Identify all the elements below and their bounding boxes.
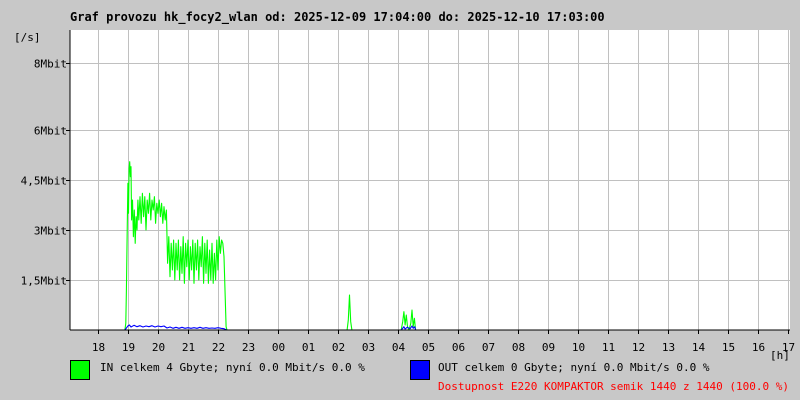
- y-tick-label: 6Mbit: [34, 125, 67, 138]
- x-tick-label: 01: [302, 341, 315, 354]
- x-tick-label: 14: [692, 341, 706, 354]
- x-tick-label: 00: [272, 341, 285, 354]
- x-tick-label: 06: [452, 341, 465, 354]
- x-tick-label: 23: [242, 341, 255, 354]
- x-tick-label: 15: [722, 341, 735, 354]
- x-tick-label: 11: [602, 341, 615, 354]
- out-legend-label: OUT celkem 0 Gbyte; nyní 0.0 Mbit/s 0.0 …: [438, 361, 710, 374]
- x-tick-label: 03: [362, 341, 375, 354]
- in-legend-label: IN celkem 4 Gbyte; nyní 0.0 Mbit/s 0.0 %: [100, 361, 365, 374]
- traffic-chart: 18 19 20 21 22 23 00 01 02 03 04 05 06 07 08 09 10 11 12 13…: [14, 30, 795, 362]
- x-tick-label: 21: [182, 341, 195, 354]
- x-tick-label: 20: [152, 341, 165, 354]
- x-tick-label: 09: [542, 341, 555, 354]
- out-legend-swatch: [410, 360, 430, 380]
- x-axis-label: [h]: [770, 349, 790, 362]
- x-tick-label: 18: [92, 341, 105, 354]
- y-tick-label: 8Mbit: [34, 58, 67, 71]
- in-legend-swatch: [70, 360, 90, 380]
- x-tick-label: 13: [662, 341, 675, 354]
- x-tick-label: 08: [512, 341, 525, 354]
- y-tick-label: 1,5Mbit: [21, 275, 67, 288]
- traffic-graph-window: Graf provozu hk_focy2_wlan od: 2025-12-0…: [0, 0, 800, 400]
- x-tick-label: 19: [122, 341, 135, 354]
- x-tick-label: 10: [572, 341, 585, 354]
- y-tick-label: 3Mbit: [34, 225, 67, 238]
- x-tick-label: 16: [752, 341, 765, 354]
- x-tick-label: 04: [392, 341, 406, 354]
- x-tick-label: 12: [632, 341, 645, 354]
- y-axis-label: [/s]: [14, 31, 41, 44]
- x-tick-label: 22: [212, 341, 225, 354]
- y-tick-label: 4,5Mbit: [21, 175, 67, 188]
- x-tick-label: 02: [332, 341, 345, 354]
- x-tick-label: 07: [482, 341, 495, 354]
- x-tick-label: 05: [422, 341, 435, 354]
- availability-text: Dostupnost E220 KOMPAKTOR semik 1440 z 1…: [438, 380, 789, 393]
